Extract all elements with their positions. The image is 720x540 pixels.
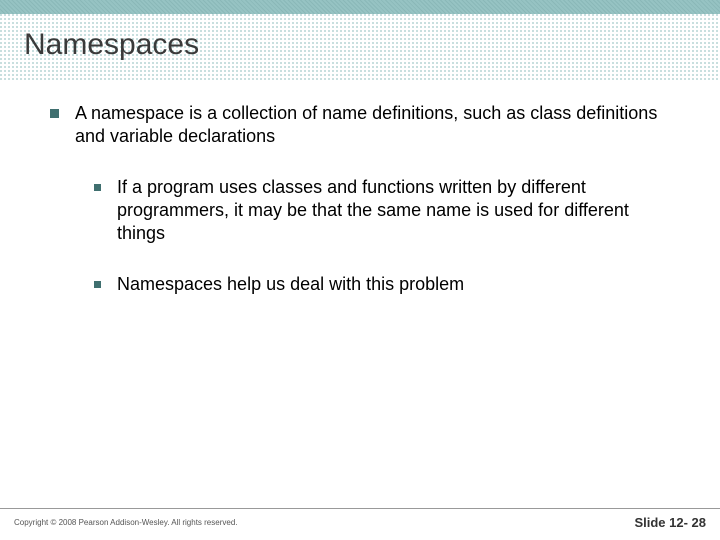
bullet-text: If a program uses classes and functions … [117, 176, 670, 245]
header-accent-bar [0, 0, 720, 14]
content-area: A namespace is a collection of name defi… [0, 80, 720, 296]
square-bullet-icon [94, 281, 101, 288]
square-bullet-icon [94, 184, 101, 191]
copyright-text: Copyright © 2008 Pearson Addison-Wesley.… [14, 518, 238, 527]
footer: Copyright © 2008 Pearson Addison-Wesley.… [0, 508, 720, 540]
bullet-level1: A namespace is a collection of name defi… [50, 102, 670, 148]
bullet-level2: If a program uses classes and functions … [94, 176, 670, 245]
bullet-text: A namespace is a collection of name defi… [75, 102, 670, 148]
square-bullet-icon [50, 109, 59, 118]
slide-title: Namespaces [24, 28, 696, 62]
title-block: Namespaces [0, 14, 720, 80]
bullet-text: Namespaces help us deal with this proble… [117, 273, 670, 296]
bullet-level2-group: If a program uses classes and functions … [50, 176, 670, 296]
bullet-level2: Namespaces help us deal with this proble… [94, 273, 670, 296]
slide-container: Namespaces A namespace is a collection o… [0, 0, 720, 540]
slide-number: Slide 12- 28 [634, 515, 706, 530]
